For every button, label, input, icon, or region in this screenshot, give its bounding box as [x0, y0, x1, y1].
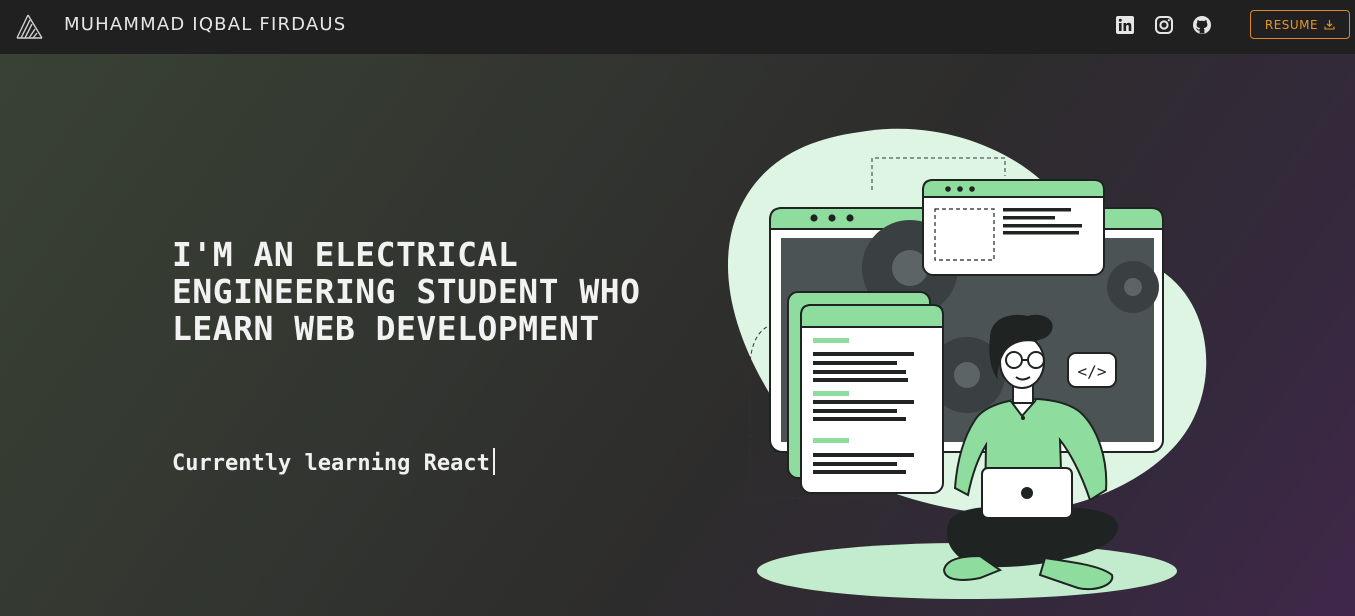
developer-illustration: </> [727, 128, 1207, 599]
typing-text: Currently learning React [172, 448, 495, 476]
github-icon[interactable] [1192, 15, 1212, 35]
headline-line: ENGINEERING STUDENT WHO [172, 272, 641, 311]
text-cursor [492, 448, 495, 475]
logo-icon[interactable] [16, 13, 44, 39]
instagram-icon[interactable] [1154, 15, 1174, 35]
resume-label: RESUME [1264, 17, 1319, 32]
resume-button[interactable]: RESUME [1250, 10, 1350, 39]
linkedin-icon[interactable] [1115, 15, 1135, 35]
navbar: MUHAMMAD IQBAL FIRDAUS RESUME [0, 0, 1355, 54]
headline-line: LEARN WEB DEVELOPMENT [172, 309, 600, 348]
download-icon [1324, 20, 1335, 30]
brand-name[interactable]: MUHAMMAD IQBAL FIRDAUS [64, 14, 346, 35]
hero-headline: I'M AN ELECTRICAL ENGINEERING STUDENT WHO… [172, 236, 692, 347]
headline-line: I'M AN ELECTRICAL [172, 235, 519, 274]
typing-text-value: Currently learning React [172, 451, 490, 476]
svg-text:</>: </> [1078, 362, 1107, 381]
